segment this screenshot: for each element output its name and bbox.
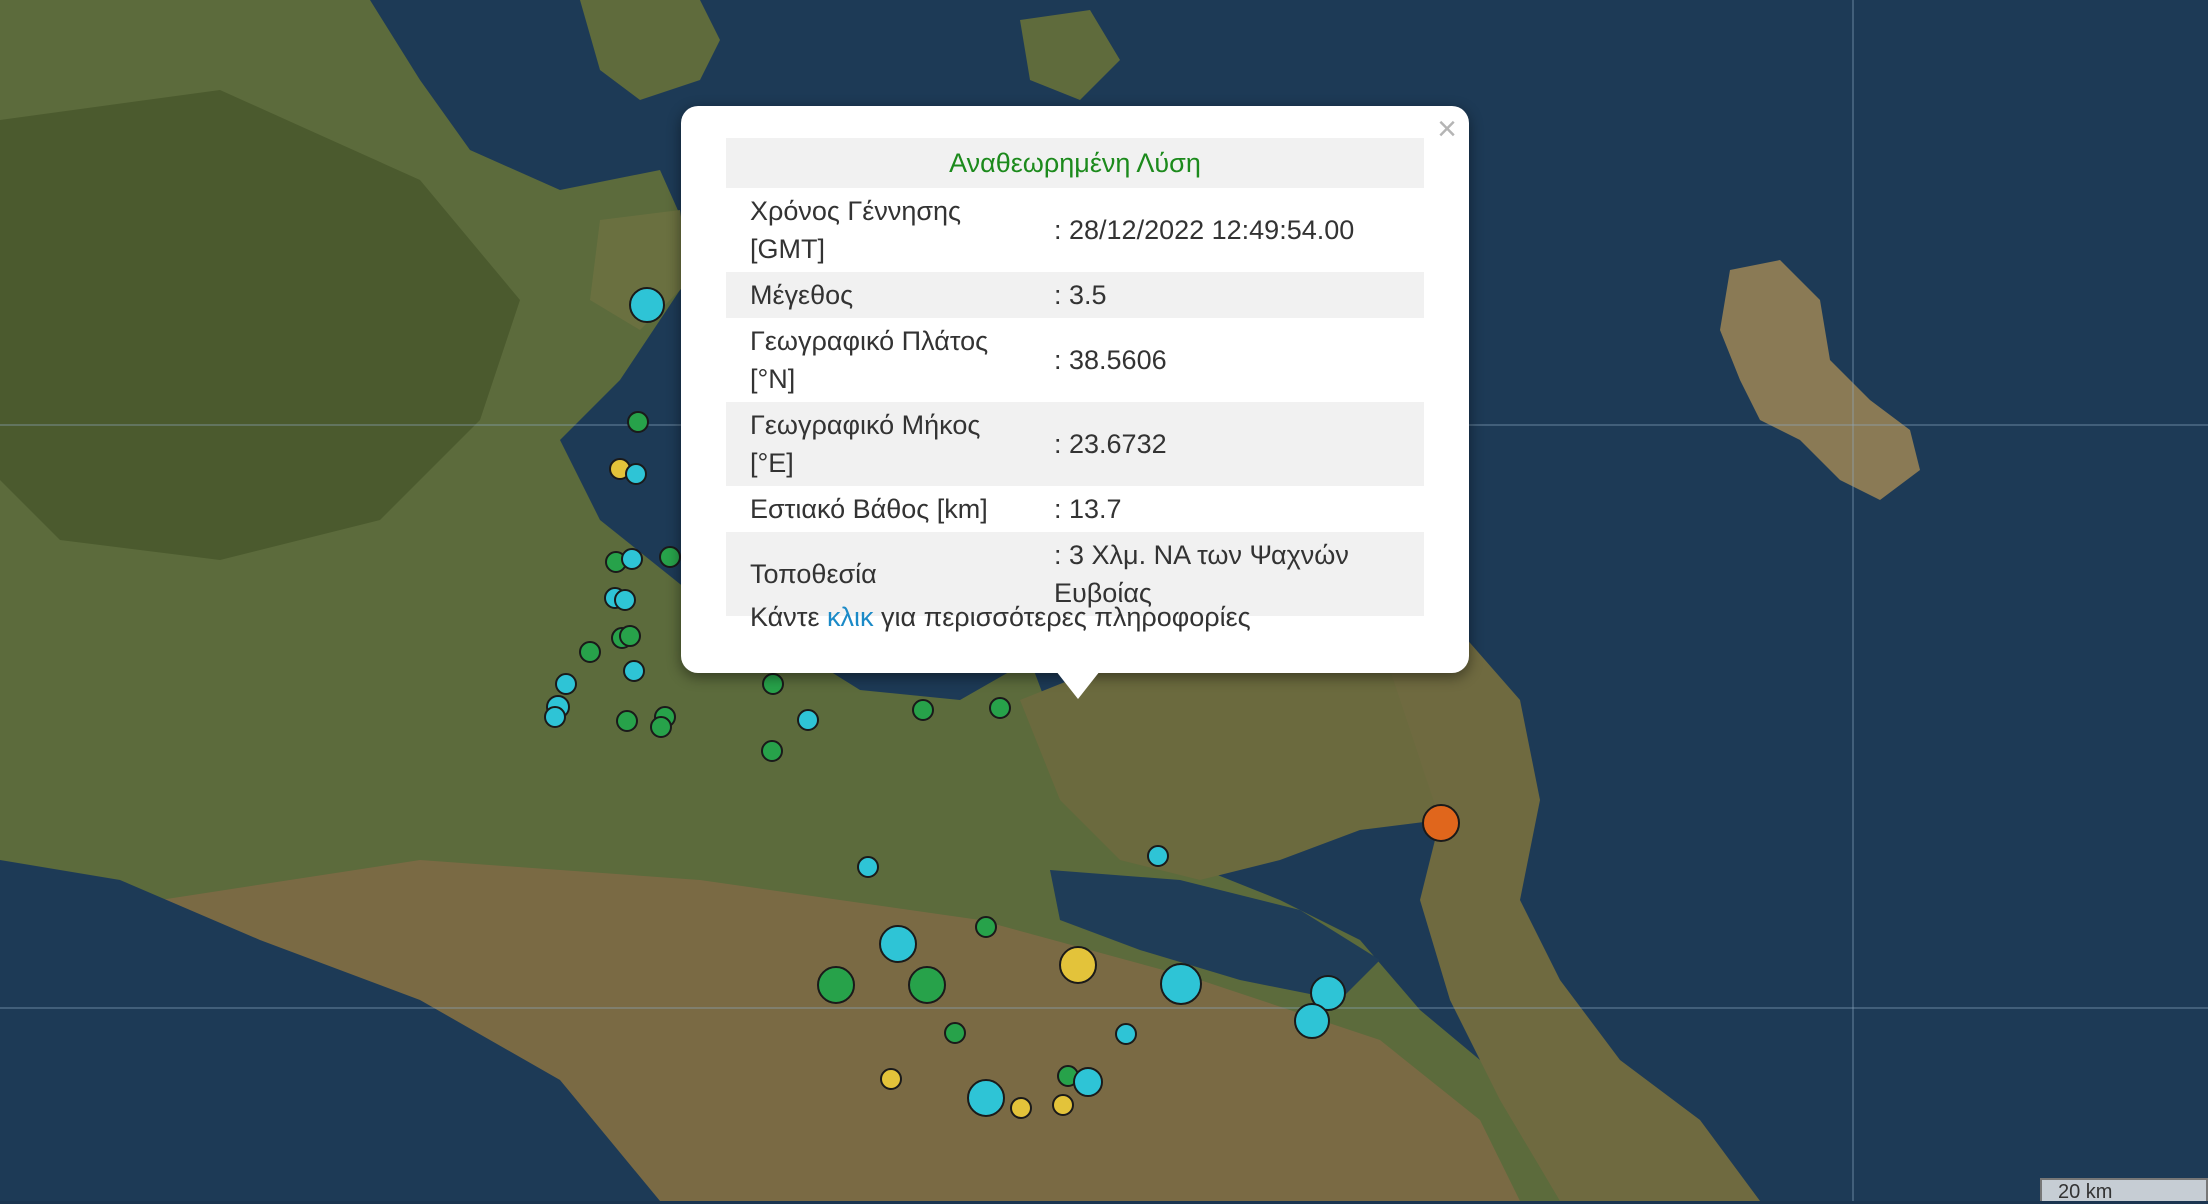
earthquake-marker-cyan[interactable] <box>967 1079 1005 1117</box>
earthquake-marker-yellow[interactable] <box>1052 1094 1074 1116</box>
earthquake-marker-yellow[interactable] <box>880 1068 902 1090</box>
more-info-suffix: για περισσότερες πληροφορίες <box>873 602 1251 632</box>
latitude-label: Γεωγραφικό Πλάτος [°N] <box>750 326 989 394</box>
origin-time-row: Χρόνος Γέννησης [GMT] : 28/12/2022 12:49… <box>726 188 1424 272</box>
earthquake-marker-yellow[interactable] <box>1010 1097 1032 1119</box>
depth-label: Εστιακό Βάθος [km] <box>750 494 988 524</box>
earthquake-marker-green[interactable] <box>975 916 997 938</box>
earthquake-marker-green[interactable] <box>944 1022 966 1044</box>
earthquake-marker-cyan[interactable] <box>555 673 577 695</box>
longitude-label: Γεωγραφικό Μήκος [°E] <box>726 402 1036 486</box>
latitude-value: : 38.5606 <box>1054 345 1167 375</box>
magnitude-label: Μέγεθος <box>726 272 1036 318</box>
origin-time-value: : 28/12/2022 12:49:54.00 <box>1054 215 1355 245</box>
magnitude-value: : 3.5 <box>1036 272 1424 318</box>
earthquake-marker-cyan[interactable] <box>1147 845 1169 867</box>
more-info-prefix: Κάντε <box>750 602 827 632</box>
close-icon[interactable]: × <box>1437 112 1457 146</box>
earthquake-marker-green[interactable] <box>762 673 784 695</box>
earthquake-marker-cyan[interactable] <box>629 287 665 323</box>
earthquake-marker-green[interactable] <box>650 716 672 738</box>
magnitude-row: Μέγεθος : 3.5 <box>726 272 1424 318</box>
earthquake-marker-cyan[interactable] <box>1294 1003 1330 1039</box>
scale-bar: 20 km <box>2040 1178 2208 1203</box>
longitude-row: Γεωγραφικό Μήκος [°E] : 23.6732 <box>726 402 1424 486</box>
earthquake-marker-cyan[interactable] <box>797 709 819 731</box>
earthquake-marker-cyan[interactable] <box>1115 1023 1137 1045</box>
depth-row: Εστιακό Βάθος [km] : 13.7 <box>726 486 1424 532</box>
earthquake-marker-green[interactable] <box>912 699 934 721</box>
earthquake-marker-green[interactable] <box>616 710 638 732</box>
latitude-row: Γεωγραφικό Πλάτος [°N] : 38.5606 <box>726 318 1424 402</box>
earthquake-marker-green[interactable] <box>579 641 601 663</box>
depth-value: : 13.7 <box>1054 494 1122 524</box>
earthquake-marker-cyan[interactable] <box>623 660 645 682</box>
popup-title-row: Αναθεωρημένη Λύση <box>726 138 1424 188</box>
earthquake-marker-cyan[interactable] <box>857 856 879 878</box>
earthquake-marker-yellow[interactable] <box>1059 946 1097 984</box>
more-info-text: Κάντε κλικ για περισσότερες πληροφορίες <box>750 602 1251 633</box>
earthquake-marker-cyan[interactable] <box>614 589 636 611</box>
popup-pointer <box>1056 671 1100 699</box>
earthquake-marker-orange[interactable] <box>1422 804 1460 842</box>
earthquake-marker-cyan[interactable] <box>625 463 647 485</box>
earthquake-marker-green[interactable] <box>761 740 783 762</box>
origin-time-label: Χρόνος Γέννησης [GMT] <box>750 196 962 264</box>
earthquake-marker-cyan[interactable] <box>544 706 566 728</box>
earthquake-popup: × Αναθεωρημένη Λύση Χρόνος Γέννησης [GMT… <box>681 106 1469 673</box>
longitude-value: : 23.6732 <box>1036 402 1424 486</box>
scale-label: 20 km <box>2058 1181 2113 1203</box>
earthquake-marker-cyan[interactable] <box>1073 1067 1103 1097</box>
earthquake-marker-cyan[interactable] <box>879 925 917 963</box>
more-info-link[interactable]: κλικ <box>827 602 874 632</box>
earthquake-marker-green[interactable] <box>619 625 641 647</box>
popup-title: Αναθεωρημένη Λύση <box>726 138 1424 188</box>
earthquake-marker-green[interactable] <box>659 546 681 568</box>
event-details-table: Αναθεωρημένη Λύση Χρόνος Γέννησης [GMT] … <box>726 138 1424 616</box>
earthquake-marker-green[interactable] <box>627 411 649 433</box>
earthquake-marker-green[interactable] <box>817 966 855 1004</box>
earthquake-marker-green[interactable] <box>908 966 946 1004</box>
earthquake-marker-cyan[interactable] <box>621 548 643 570</box>
earthquake-marker-cyan[interactable] <box>1160 963 1202 1005</box>
earthquake-marker-green[interactable] <box>989 697 1011 719</box>
